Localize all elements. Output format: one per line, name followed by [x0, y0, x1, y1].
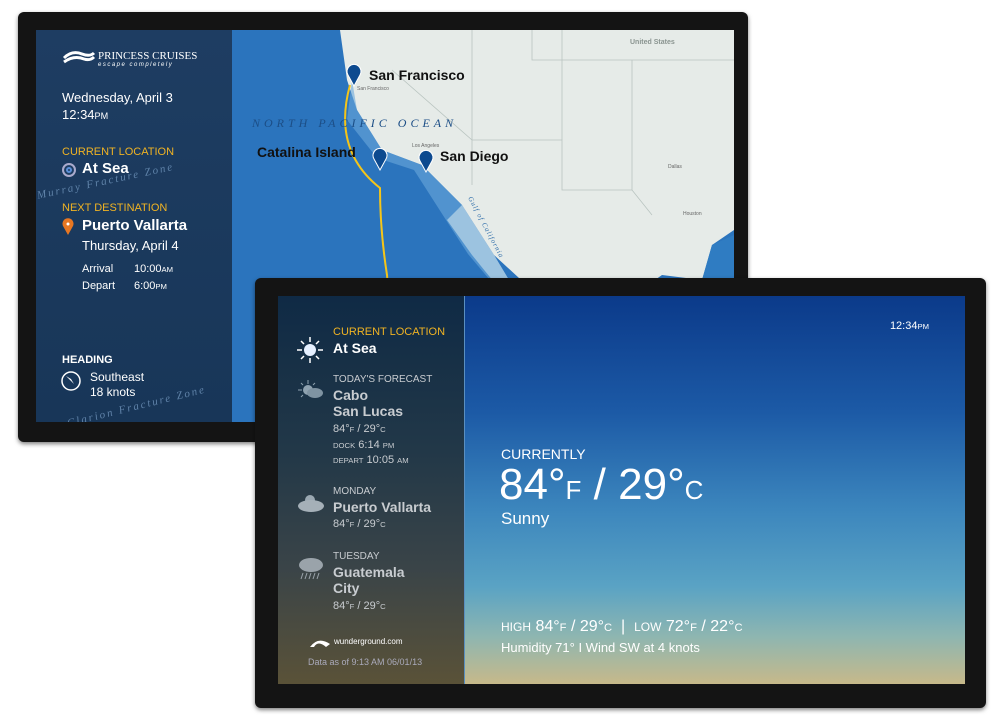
heading-direction: Southeast	[90, 370, 145, 384]
voyage-sidebar: Murray Fracture Zone Clarion Fracture Zo…	[36, 30, 232, 422]
weather-screen: 12:34PM CURRENTLY 84°F / 29°C Sunny HIGH…	[278, 296, 965, 684]
forecast-day-label: MONDAY	[333, 486, 377, 497]
date: Wednesday, April 3	[62, 90, 173, 105]
high-low: HIGH 84°F / 29°C | LOW 72°F / 22°C	[501, 618, 743, 635]
current-location-label: CURRENT LOCATION	[62, 146, 175, 158]
next-destination-label: NEXT DESTINATION	[62, 202, 168, 214]
map-label: San Francisco	[357, 86, 389, 92]
provider-name: wunderground.com	[334, 637, 403, 646]
wunderground-logo	[310, 640, 330, 647]
current-location-label: CURRENT LOCATION	[333, 326, 446, 338]
forecast-day-label: TODAY'S FORECAST	[333, 374, 433, 385]
location-target-icon	[62, 163, 76, 177]
heading-speed: 18 knots	[90, 385, 136, 399]
depart-time: 6:00PM	[134, 280, 167, 292]
pin-label: San Diego	[440, 148, 508, 164]
arrival-time: 10:00AM	[134, 263, 174, 275]
current-condition: Sunny	[501, 509, 550, 528]
forecast-temp: 84°F / 29°C	[333, 600, 386, 612]
time: 12:34PM	[62, 107, 109, 122]
compass-icon	[61, 371, 81, 391]
country-label: United States	[630, 39, 675, 46]
dock-time: DOCK 6:14 PM	[333, 439, 395, 451]
next-destination-name: Puerto Vallarta	[82, 217, 188, 234]
partly-cloudy-icon	[298, 495, 324, 512]
depart-label: Depart	[82, 280, 116, 292]
data-timestamp: Data as of 9:13 AM 06/01/13	[308, 657, 423, 667]
pin-label: Catalina Island	[257, 144, 356, 160]
map-label: Houston	[683, 211, 702, 217]
map-pin-icon	[62, 218, 74, 235]
arrival-label: Arrival	[82, 263, 114, 275]
heading-label: HEADING	[62, 354, 113, 366]
depart-time: DEPART 10:05 AM	[333, 454, 409, 466]
current-weather-panel: 12:34PM CURRENTLY 84°F / 29°C Sunny HIGH…	[465, 296, 965, 684]
current-location-value: At Sea	[82, 160, 129, 177]
clock: 12:34PM	[889, 320, 929, 332]
partly-sunny-icon	[298, 380, 323, 398]
forecast-temp: 84°F / 29°C	[333, 423, 386, 435]
current-location-value: At Sea	[333, 340, 377, 356]
clarion-fracture-zone-label: Clarion Fracture Zone	[66, 383, 208, 422]
sun-icon	[297, 337, 323, 363]
forecast-city: Guatemala City	[333, 564, 405, 596]
display-weather: 12:34PM CURRENTLY 84°F / 29°C Sunny HIGH…	[255, 278, 986, 708]
pin-label: San Francisco	[369, 67, 465, 83]
map-label: Dallas	[668, 164, 682, 170]
ocean-label: NORTH PACIFIC OCEAN	[251, 116, 457, 130]
forecast-city: Cabo San Lucas	[333, 387, 404, 419]
forecast-temp: 84°F / 29°C	[333, 518, 386, 530]
weather-details: Humidity 71° I Wind SW at 4 knots	[501, 640, 700, 655]
forecast-city: Puerto Vallarta	[333, 499, 432, 515]
rain-icon	[299, 558, 323, 580]
current-temperature: 84°F / 29°C	[499, 460, 704, 509]
forecast-day-label: TUESDAY	[333, 551, 380, 562]
map-label: Los Angeles	[412, 143, 440, 149]
next-destination-date: Thursday, April 4	[82, 238, 179, 253]
forecast-sidebar: CURRENT LOCATION At Sea TODAY'S FORECAST…	[278, 296, 465, 684]
